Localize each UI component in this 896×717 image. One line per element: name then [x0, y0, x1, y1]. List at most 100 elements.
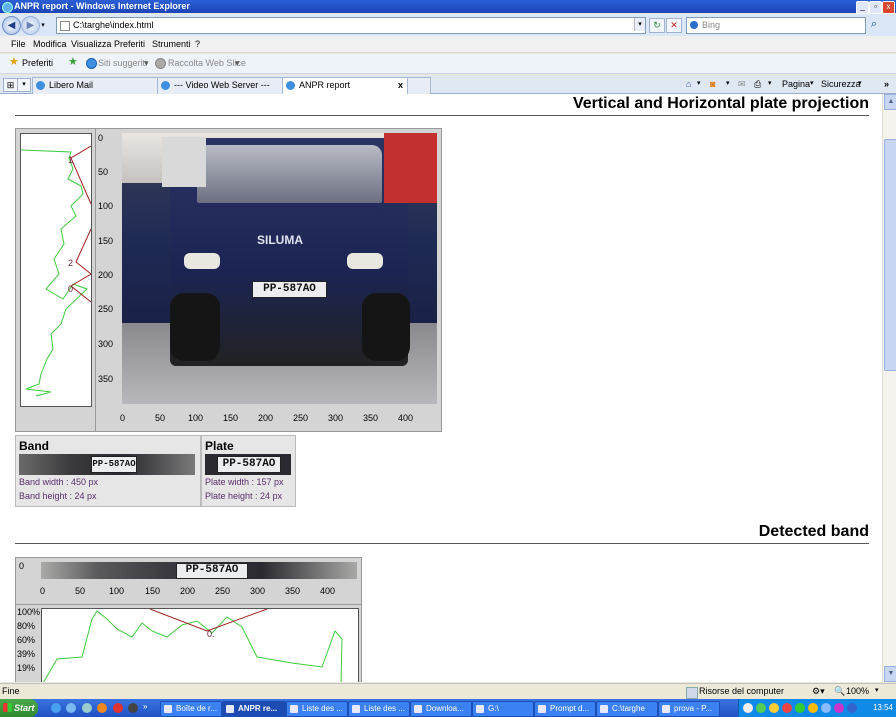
menu-strumenti[interactable]: Strumenti — [152, 39, 191, 49]
zoom-icon: 🔍 — [834, 686, 846, 696]
tab-anpr-report[interactable]: ANPR report x — [282, 77, 408, 94]
tab-video-web-server[interactable]: --- Video Web Server --- — [157, 77, 283, 94]
taskbar-button-active[interactable]: ANPR re... — [222, 701, 286, 717]
tray-icon[interactable] — [782, 703, 792, 713]
taskbar-button[interactable]: Liste des ... — [348, 701, 410, 717]
tray-icon[interactable] — [743, 703, 753, 713]
y-tick: 200 — [98, 270, 114, 280]
history-dropdown[interactable]: ▾ — [38, 20, 48, 29]
feeds-icon[interactable]: ◙ — [710, 79, 715, 89]
tab-page-icon — [36, 81, 45, 90]
x-tick: 400 — [398, 413, 414, 423]
plate-crop: PP-587AO — [217, 456, 281, 473]
scroll-thumb[interactable] — [884, 139, 896, 371]
taskbar-button[interactable]: Boîte de r... — [160, 701, 222, 717]
back-button[interactable]: ◀ — [2, 16, 21, 35]
tray-icon[interactable] — [847, 703, 857, 713]
vertical-projection-curve — [21, 149, 88, 397]
h-y-tick: 60% — [17, 635, 36, 645]
address-dropdown[interactable]: ▾ — [634, 18, 645, 31]
system-tray: 13:54 — [738, 699, 896, 717]
menu-visualizza[interactable]: Visualizza — [71, 39, 111, 49]
h-y-tick: 19% — [17, 663, 36, 673]
scroll-up-button[interactable]: ▲ — [884, 94, 896, 110]
refresh-icon[interactable]: ↻ — [649, 18, 665, 33]
web-slice-icon — [155, 58, 166, 69]
quicklaunch-icon[interactable] — [66, 703, 76, 713]
close-window-button[interactable]: x — [882, 1, 895, 14]
minimize-button[interactable]: _ — [856, 1, 869, 14]
close-tab-icon[interactable]: x — [398, 78, 403, 93]
taskbar-button[interactable]: G:\ — [472, 701, 534, 717]
y-tick: 100 — [98, 201, 114, 211]
tray-icon[interactable] — [756, 703, 766, 713]
h-y-tick: 100% — [17, 607, 41, 617]
taskbar-button[interactable]: C:\targhe — [596, 701, 658, 717]
quicklaunch-icon[interactable] — [128, 703, 138, 713]
tray-icon[interactable] — [808, 703, 818, 713]
quicklaunch-firefox-icon[interactable] — [97, 703, 107, 713]
search-icon[interactable]: ⌕ — [867, 17, 881, 32]
quicklaunch-icon[interactable] — [113, 703, 123, 713]
zoom-level[interactable]: 100% — [846, 686, 869, 696]
tab-list-icon[interactable]: ▾ — [17, 78, 31, 92]
band-info-box: Band PP-587AO Band width : 450 px Band h… — [15, 435, 201, 507]
peak-label: 0 — [68, 284, 74, 294]
page-content: Vertical and Horizontal plate projection… — [0, 94, 882, 682]
quicklaunch-icon[interactable] — [82, 703, 92, 713]
taskbar-button[interactable]: Downloa... — [410, 701, 472, 717]
taskbar-button[interactable]: Prompt d... — [534, 701, 596, 717]
print-icon[interactable]: ⎙ — [754, 79, 761, 90]
tab-libero-mail[interactable]: Libero Mail — [32, 77, 158, 94]
start-button[interactable]: Start — [0, 699, 38, 717]
x-tick: 350 — [363, 413, 379, 423]
vertical-scrollbar[interactable]: ▲ ▼ — [882, 94, 896, 682]
tray-icon[interactable] — [834, 703, 844, 713]
ie-icon — [2, 2, 13, 13]
search-input[interactable]: Bing — [686, 17, 866, 34]
tray-icon[interactable] — [795, 703, 805, 713]
band-x-tick: 400 — [320, 586, 336, 596]
band-y-tick: 0 — [19, 561, 25, 571]
peak-label: 2 — [68, 258, 74, 268]
taskbar-button[interactable]: prova - P... — [658, 701, 720, 717]
section-title-band: Detected band — [758, 523, 869, 540]
add-favorite-icon[interactable]: ★ — [68, 57, 79, 68]
menu-modifica[interactable]: Modifica — [33, 39, 67, 49]
mail-icon[interactable]: ✉ — [738, 79, 746, 90]
maximize-button[interactable]: ▫ — [869, 1, 882, 14]
scroll-down-button[interactable]: ▼ — [884, 666, 896, 682]
window-title: ANPR report - Windows Internet Explorer — [14, 1, 190, 11]
x-tick: 200 — [258, 413, 274, 423]
favorites-button[interactable]: Preferiti — [22, 58, 53, 68]
page-icon — [60, 21, 70, 31]
security-menu[interactable]: Sicurezza — [821, 79, 861, 89]
menu-file[interactable]: File — [11, 39, 26, 49]
tray-icon[interactable] — [769, 703, 779, 713]
band-x-tick: 250 — [215, 586, 231, 596]
vertical-projection-graph: 1 2 0 — [20, 133, 92, 407]
stop-icon[interactable]: ✕ — [666, 18, 682, 33]
suggested-sites-link[interactable]: Siti suggeriti — [98, 58, 147, 68]
menu-bar: File Modifica Visualizza Preferiti Strum… — [0, 36, 896, 53]
quicklaunch-ie-icon[interactable] — [51, 703, 61, 713]
x-tick: 250 — [293, 413, 309, 423]
new-tab-button[interactable] — [407, 77, 431, 94]
menu-help[interactable]: ? — [195, 39, 200, 49]
address-row: ◀ ▶ ▾ C:\targhe\index.html ▾ ↻ ✕ Bing ⌕ — [0, 14, 896, 36]
address-input[interactable]: C:\targhe\index.html ▾ — [56, 17, 646, 34]
more-tools-icon[interactable]: » — [884, 79, 889, 89]
menu-preferiti[interactable]: Preferiti — [114, 39, 145, 49]
taskbar-button[interactable]: Liste des ... — [286, 701, 348, 717]
peak-marker — [149, 609, 268, 632]
page-menu[interactable]: Pagina — [782, 79, 810, 89]
detected-band-image: PP-587AO — [41, 562, 357, 579]
favorites-star-icon: ★ — [9, 56, 19, 68]
section-title-projection: Vertical and Horizontal plate projection — [572, 95, 869, 112]
tray-icon[interactable] — [821, 703, 831, 713]
y-tick: 250 — [98, 304, 114, 314]
quick-tabs-icon[interactable]: ⊞ — [3, 78, 18, 92]
home-icon[interactable]: ⌂ — [686, 79, 691, 89]
x-tick: 0 — [120, 413, 126, 423]
band-height: Band height : 24 px — [19, 491, 97, 501]
